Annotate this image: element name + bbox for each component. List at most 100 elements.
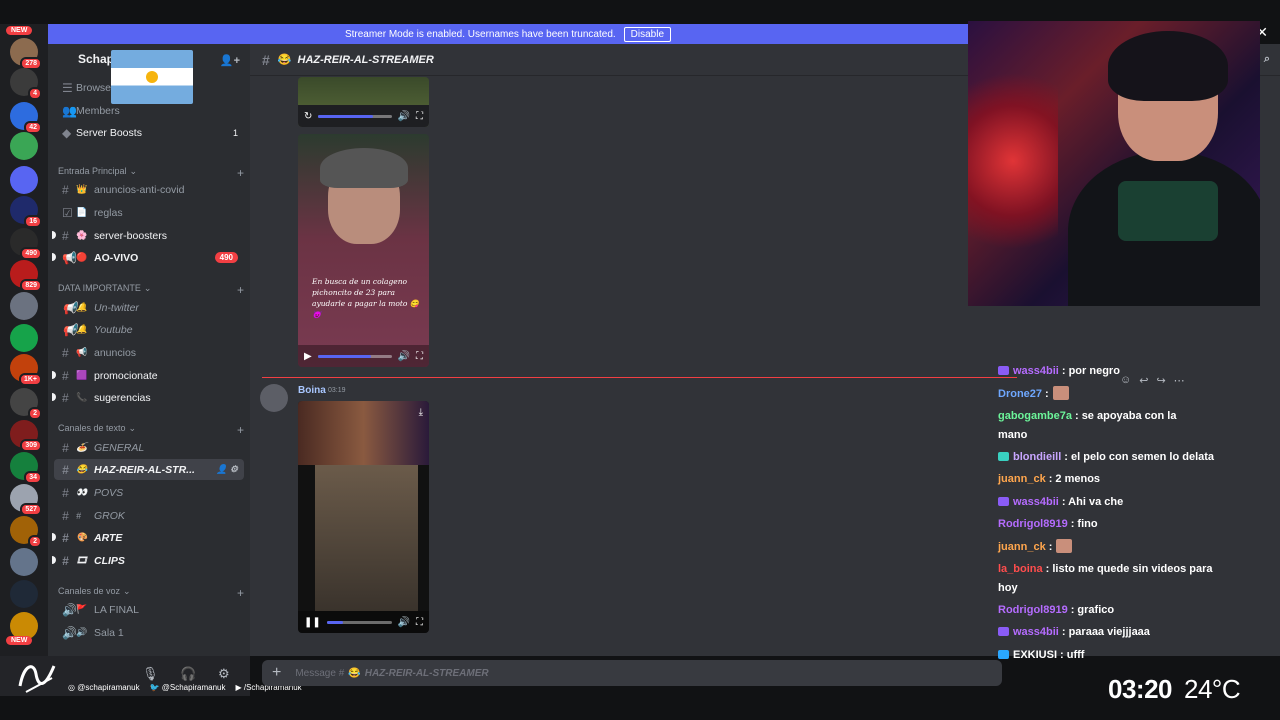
red-light	[968, 61, 1058, 261]
fullscreen-icon[interactable]: ⛶	[416, 351, 423, 362]
invite-and-settings-icons[interactable]: 👤 ⚙	[216, 464, 238, 475]
download-icon[interactable]: ⤓	[419, 407, 423, 418]
server-icon[interactable]: 490	[10, 228, 42, 260]
video-embed[interactable]: ↻ 🔊 ⛶	[298, 77, 429, 127]
new-badge: NEW	[6, 26, 33, 35]
server-icon[interactable]: 278	[10, 38, 42, 70]
chat-text: :	[1045, 387, 1049, 400]
category-data-importante[interactable]: DATA IMPORTANTE ⌄ +	[58, 283, 244, 297]
server-icon[interactable]: 16	[10, 196, 42, 228]
channel-clips[interactable]: # 🎞 CLIPS	[52, 550, 244, 571]
server-rail: NEW 278 4 42 16 490 829 1K+ 2 309 34 527…	[0, 24, 48, 664]
voice-channel-sala-1[interactable]: 🔊 🔊 Sala 1	[54, 622, 244, 643]
server-icon[interactable]: 2	[10, 388, 42, 420]
volume-slider[interactable]	[317, 354, 392, 358]
volume-slider[interactable]	[318, 114, 392, 118]
chat-text: : fino	[1070, 518, 1098, 530]
add-member-icon[interactable]: 👤+	[220, 54, 240, 67]
message-author[interactable]: Boina	[298, 385, 326, 396]
chat-badge-icon	[998, 649, 1009, 659]
progress-bar[interactable]	[326, 620, 392, 624]
server-boosts-link[interactable]: ◆ Server Boosts 1	[54, 122, 244, 143]
server-icon[interactable]: 309	[10, 420, 42, 452]
channel-reglas[interactable]: ☑ 📄 reglas	[54, 202, 244, 223]
hash-icon: #	[62, 182, 69, 197]
server-icon[interactable]: 1K+	[10, 354, 42, 386]
hash-icon: #	[62, 553, 69, 568]
server-icon[interactable]	[10, 548, 38, 576]
browse-channels[interactable]: ☰ Browse	[54, 77, 244, 98]
stream-chat-message: wass4bii: por negro	[998, 362, 1228, 380]
channel-anuncios[interactable]: # 📢 anuncios	[54, 342, 244, 363]
volume-icon[interactable]: 🔊	[398, 617, 410, 628]
channel-ao-vivo[interactable]: 📢 🔴 AO-VIVO 490	[52, 247, 244, 268]
volume-icon[interactable]: 🔊	[398, 111, 410, 122]
pause-icon[interactable]: ❚❚	[304, 617, 321, 628]
add-channel-icon[interactable]: +	[237, 166, 244, 180]
settings-icon[interactable]: ⚙	[218, 666, 230, 682]
add-channel-icon[interactable]: +	[237, 586, 244, 600]
chat-text-continuation: hoy	[998, 581, 1018, 594]
chat-emote-icon	[1052, 385, 1069, 400]
chat-text: : se apoyaba con la	[1074, 410, 1177, 422]
server-icon[interactable]: 527	[10, 484, 42, 516]
streamer-mode-banner: Streamer Mode is enabled. Usernames have…	[48, 24, 968, 44]
speaker-icon: 🔊	[62, 602, 77, 617]
chat-username: wass4bii	[1013, 626, 1059, 638]
server-icon[interactable]	[10, 580, 38, 608]
channel-server-boosters[interactable]: # 🌸 server-boosters	[52, 225, 244, 246]
message-composer[interactable]: + Message # 😂 HAZ-REIR-AL-STREAMER	[262, 660, 1002, 686]
chat-username: EXKIUSI	[1013, 648, 1058, 661]
chat-username: Drone27	[998, 387, 1043, 400]
server-icon[interactable]: 829	[10, 260, 42, 292]
chat-text: : paraaa viejjjaaa	[1061, 626, 1150, 638]
category-entrada[interactable]: Entrada Principal ⌄ +	[58, 166, 244, 180]
streamer-logo	[14, 656, 64, 696]
add-channel-icon[interactable]: +	[237, 423, 244, 437]
video-embed[interactable]: ⤓ ❚❚ 🔊 ⛶	[298, 401, 429, 633]
channel-grok[interactable]: # # GROK	[54, 505, 244, 526]
video-embed[interactable]: En busca de un colageno pichoncito de 23…	[298, 134, 429, 367]
clock-widget: 03:20 24°C	[1108, 674, 1241, 705]
add-attachment-icon[interactable]: +	[272, 664, 281, 682]
video-caption: En busca de un colageno pichoncito de 23…	[312, 277, 420, 319]
play-icon[interactable]: ▶	[304, 351, 312, 362]
replay-icon[interactable]: ↻	[304, 111, 312, 122]
voice-channel-la-final[interactable]: 🔊 🚩 LA FINAL	[54, 599, 244, 620]
channel-povs[interactable]: # 👀 POVS	[54, 482, 244, 503]
avatar[interactable]	[260, 384, 288, 412]
channel-arte[interactable]: # 🎨 ARTE	[52, 527, 244, 548]
headphones-icon[interactable]: 🎧	[180, 666, 196, 682]
server-icon[interactable]: 4	[10, 68, 42, 100]
microphone-icon[interactable]: 🎙	[142, 666, 159, 682]
server-icon[interactable]	[10, 132, 38, 160]
volume-icon[interactable]: 🔊	[398, 351, 410, 362]
add-channel-icon[interactable]: +	[237, 283, 244, 297]
server-icon[interactable]	[10, 166, 38, 194]
channel-haz-reir-al-streamer[interactable]: # 😂 HAZ-REIR-AL-STR... 👤 ⚙	[54, 459, 244, 480]
server-icon[interactable]	[10, 324, 38, 352]
channel-sugerencias[interactable]: # 📞 sugerencias	[52, 387, 244, 408]
channel-un-twitter[interactable]: 📢 🔔 Un-twitter	[54, 297, 244, 318]
hash-icon: #	[62, 440, 69, 455]
channel-general[interactable]: # 🍝 GENERAL	[54, 437, 244, 458]
disable-streamer-mode-button[interactable]: Disable	[623, 26, 672, 42]
fullscreen-icon[interactable]: ⛶	[416, 111, 423, 122]
hash-icon: #	[62, 390, 69, 405]
server-icon[interactable]	[10, 292, 38, 320]
category-canales-de-texto[interactable]: Canales de texto ⌄ +	[58, 423, 244, 437]
channel-promocionate[interactable]: # 🟪 promocionate	[52, 365, 244, 386]
server-icon[interactable]: 2	[10, 516, 42, 548]
channel-anuncios-anti-covid[interactable]: # 👑 anuncios-anti-covid	[54, 179, 244, 200]
video-thumbnail-hair	[320, 148, 408, 188]
hash-icon: #	[62, 228, 69, 243]
video-frame-main	[315, 465, 418, 611]
fullscreen-icon[interactable]: ⛶	[416, 617, 423, 628]
channel-youtube[interactable]: 📢 🔔 Youtube	[54, 319, 244, 340]
members-link[interactable]: 👥 Members	[54, 100, 244, 121]
category-canales-de-voz[interactable]: Canales de voz ⌄ +	[58, 586, 244, 600]
server-icon[interactable]: 42	[10, 102, 42, 134]
banner-text: Streamer Mode is enabled. Usernames have…	[344, 28, 616, 40]
server-icon[interactable]: 34	[10, 452, 42, 484]
search-icon[interactable]: ⌕	[1264, 53, 1270, 66]
